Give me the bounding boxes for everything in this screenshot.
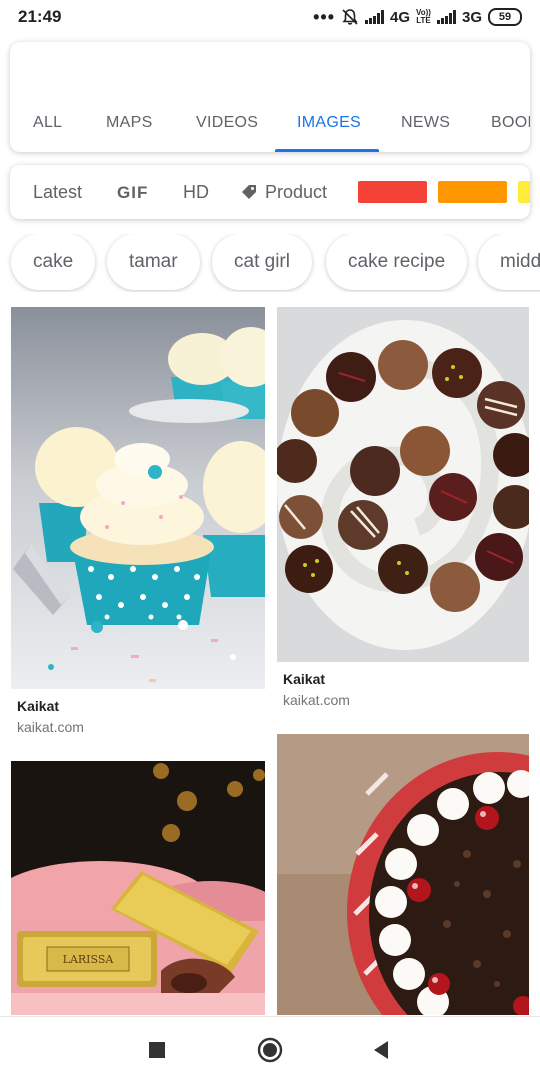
chip-tamar[interactable]: tamar	[107, 234, 200, 290]
color-swatch-yellow[interactable]	[518, 181, 530, 203]
square-recents-icon	[149, 1042, 165, 1058]
screen: 21:49 ••• 4G Vo)) LTE 3G 59 ALL MAPS VID…	[0, 0, 540, 1080]
recents-button[interactable]	[142, 1035, 172, 1065]
tab-all[interactable]: ALL	[33, 108, 62, 152]
result-1-domain: kaikat.com	[17, 719, 84, 735]
filter-latest[interactable]: Latest	[33, 165, 82, 219]
active-tab-indicator	[275, 149, 379, 152]
result-1-title[interactable]: Kaikat	[17, 698, 59, 714]
status-icons: ••• 4G Vo)) LTE 3G 59	[313, 7, 522, 28]
filter-gif-label: GIF	[117, 183, 149, 202]
result-image-truffles[interactable]	[277, 307, 529, 662]
result-image-larissa-chocolates[interactable]: LARISSA	[11, 761, 265, 1015]
result-2-title[interactable]: Kaikat	[283, 671, 325, 687]
image-filters-card: Latest GIF HD Product	[10, 165, 530, 219]
more-notifications-icon: •••	[313, 6, 335, 27]
chip-cake-recipe[interactable]: cake recipe	[326, 234, 468, 290]
circle-home-icon	[257, 1037, 283, 1063]
network-type-1: 4G	[390, 8, 411, 26]
chip-middle[interactable]: middle	[478, 234, 540, 290]
tab-maps[interactable]: MAPS	[106, 108, 153, 152]
system-navigation-bar	[0, 1016, 540, 1080]
color-swatch-orange[interactable]	[438, 181, 507, 203]
filter-product-label: Product	[265, 182, 328, 202]
volte-icon: Vo)) LTE	[416, 9, 431, 25]
battery-icon: 59	[488, 8, 522, 26]
svg-text:LARISSA: LARISSA	[63, 953, 115, 966]
black-forest-cake-photo	[277, 734, 529, 1015]
search-header-card: ALL MAPS VIDEOS IMAGES NEWS BOOKS	[10, 42, 530, 152]
signal-strength-icon	[365, 10, 384, 24]
related-searches: cake tamar cat girl cake recipe middle	[0, 234, 540, 292]
filter-hd[interactable]: HD	[183, 165, 209, 219]
status-bar: 21:49 ••• 4G Vo)) LTE 3G 59	[0, 0, 540, 34]
truffles-photo	[277, 307, 529, 662]
tab-news[interactable]: NEWS	[401, 108, 450, 152]
volte-bottom: LTE	[416, 16, 431, 25]
result-image-black-forest-cake[interactable]	[277, 734, 529, 1015]
tab-books[interactable]: BOOKS	[491, 108, 530, 152]
chip-cat-girl[interactable]: cat girl	[212, 234, 312, 290]
back-button[interactable]	[366, 1035, 396, 1065]
tag-icon	[242, 185, 256, 199]
bell-muted-icon	[342, 9, 358, 25]
clock: 21:49	[18, 7, 62, 26]
home-button[interactable]	[255, 1035, 285, 1065]
filter-product[interactable]: Product	[241, 165, 327, 219]
color-swatch-red[interactable]	[358, 181, 427, 203]
larissa-chocolates-photo: LARISSA	[11, 761, 265, 1015]
network-type-2: 3G	[461, 8, 482, 26]
result-image-cupcakes[interactable]	[11, 307, 265, 689]
battery-level: 59	[498, 11, 512, 23]
search-tabs: ALL MAPS VIDEOS IMAGES NEWS BOOKS	[10, 108, 530, 152]
filter-gif[interactable]: GIF	[117, 165, 148, 219]
cupcakes-photo	[11, 307, 265, 689]
tab-videos[interactable]: VIDEOS	[196, 108, 258, 152]
triangle-back-icon	[374, 1041, 388, 1059]
signal-strength-2-icon	[436, 10, 456, 24]
tab-images[interactable]: IMAGES	[297, 108, 361, 152]
result-2-domain: kaikat.com	[283, 692, 350, 708]
chip-cake[interactable]: cake	[11, 234, 96, 290]
